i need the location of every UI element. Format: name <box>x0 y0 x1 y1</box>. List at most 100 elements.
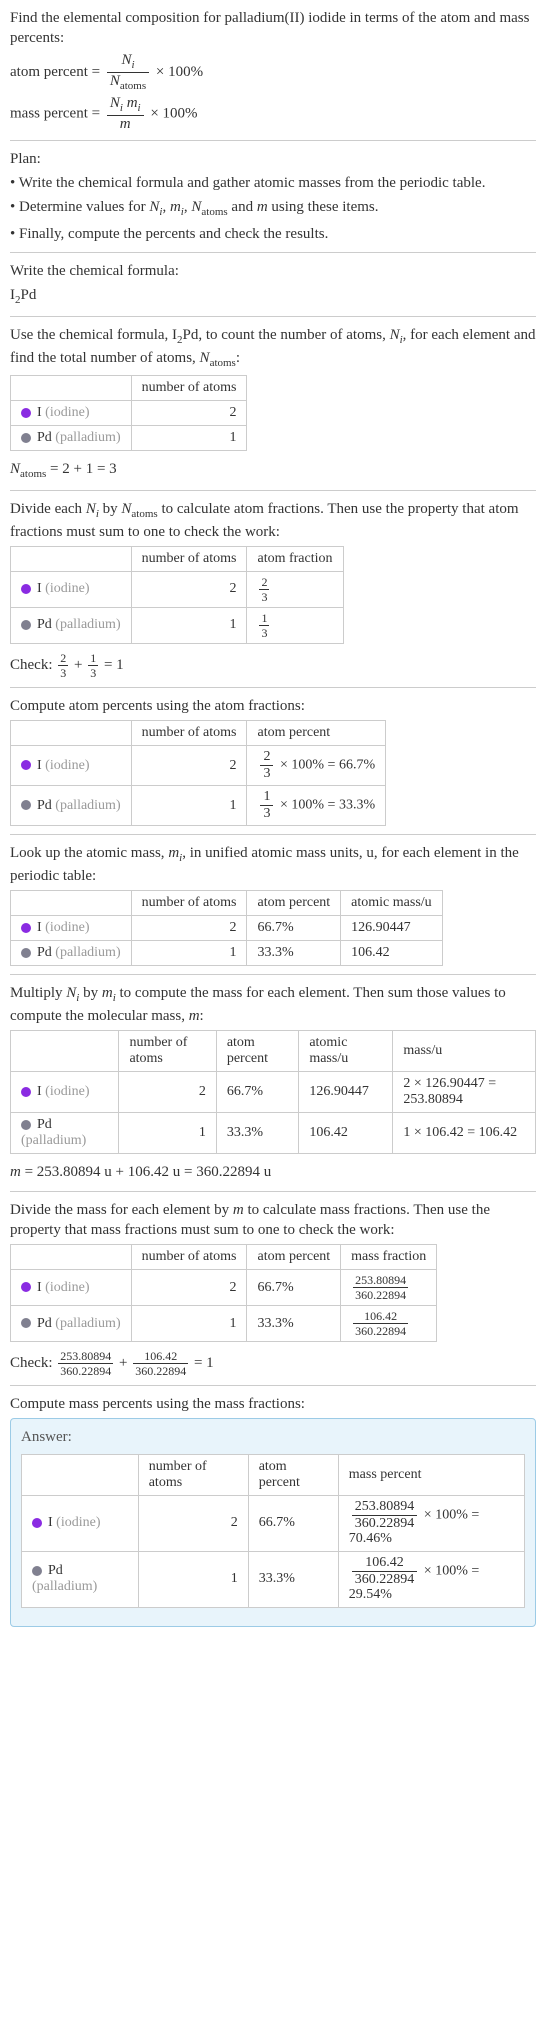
divider <box>10 974 536 975</box>
value-cell: 1 <box>131 786 247 826</box>
count-text-b: Pd, to count the number of atoms, <box>183 327 390 343</box>
frac-den: 360.22894 <box>353 1288 408 1301</box>
element-name: (palladium) <box>55 798 120 813</box>
frac-num: 253.80894 <box>353 1274 408 1288</box>
dot-icon <box>21 923 31 933</box>
element-cell: I (iodine) <box>11 1072 119 1113</box>
count-text-a: Use the chemical formula, I <box>10 327 177 343</box>
value-cell: 1 <box>131 425 247 450</box>
element-cell: Pd (palladium) <box>11 786 132 826</box>
plan-b2-a: • Determine values for <box>10 199 149 215</box>
element-symbol: I <box>37 581 45 596</box>
answer-table: number of atoms atom percent mass percen… <box>21 1454 525 1608</box>
element-symbol: Pd <box>37 1316 55 1331</box>
frac-den: 360.22894 <box>352 1572 418 1587</box>
value-cell: 253.80894360.22894 × 100% = 70.46% <box>338 1495 524 1551</box>
count-text: Use the chemical formula, I2Pd, to count… <box>10 325 536 371</box>
table-header-blank <box>11 891 132 916</box>
dot-icon <box>21 800 31 810</box>
element-name: (iodine) <box>45 920 89 935</box>
table-header-blank <box>11 1245 132 1270</box>
table-header-blank <box>22 1454 139 1495</box>
table-header-pct: atom percent <box>247 1245 341 1270</box>
element-name: (palladium) <box>21 1133 86 1148</box>
value-cell: 66.7% <box>248 1495 338 1551</box>
sum-text: = 253.80894 u + 106.42 u = 360.22894 u <box>21 1164 271 1180</box>
count-colon: : <box>236 350 240 366</box>
value-cell: 66.7% <box>216 1072 299 1113</box>
molmass-text-d: : <box>200 1008 204 1024</box>
divider <box>10 252 536 253</box>
eq-1: = 1 <box>194 1355 214 1371</box>
molmass-table: number of atoms atom percent atomic mass… <box>10 1030 536 1154</box>
frac-den: 3 <box>259 590 269 603</box>
frac-num: 1 <box>259 612 269 626</box>
element-symbol: Pd <box>48 1563 63 1578</box>
value-cell: 13 × 100% = 33.3% <box>247 786 386 826</box>
molmass-text-b: by <box>79 985 102 1001</box>
atom-percent-formula: atom percent = Ni Natoms × 100% <box>10 53 536 92</box>
table-row: Pd (palladium) 1 33.3% 106.42 1 × 106.42… <box>11 1113 536 1154</box>
answer-box: Answer: number of atoms atom percent mas… <box>10 1418 536 1626</box>
value-cell: 2 <box>131 571 247 607</box>
value-cell: 2 × 126.90447 = 253.80894 <box>393 1072 536 1113</box>
value-cell: 33.3% <box>247 1306 341 1342</box>
table-row: I (iodine) 2 66.7% 126.90447 <box>11 916 443 941</box>
natoms-sum: Natoms = 2 + 1 = 3 <box>10 459 536 482</box>
plan-bullet-2: • Determine values for Ni, mi, Natoms an… <box>10 197 536 220</box>
table-header-frac: atom fraction <box>247 546 343 571</box>
answer-label: Answer: <box>21 1427 525 1447</box>
element-name: (iodine) <box>45 405 89 420</box>
table-header-mfrac: mass fraction <box>341 1245 437 1270</box>
value-cell: 33.3% <box>216 1113 299 1154</box>
table-row: Pd (palladium) 1 <box>11 425 247 450</box>
dot-icon <box>21 1318 31 1328</box>
element-symbol: Pd <box>37 430 55 445</box>
value-cell: 1 <box>119 1113 216 1154</box>
element-cell: Pd (palladium) <box>11 1306 132 1342</box>
element-name: (palladium) <box>55 617 120 632</box>
table-row: I (iodine) 2 23 <box>11 571 344 607</box>
massfrac-text-a: Divide the mass for each element by <box>10 1202 233 1218</box>
element-symbol: Pd <box>37 1117 52 1132</box>
molmass-sum: m = 253.80894 u + 106.42 u = 360.22894 u <box>10 1162 536 1182</box>
element-cell: Pd (palladium) <box>11 1113 119 1154</box>
chemical-formula: I2Pd <box>10 285 536 308</box>
element-symbol: I <box>37 1280 45 1295</box>
element-cell: I (iodine) <box>11 746 132 786</box>
calc-text: × 100% = 33.3% <box>276 798 375 813</box>
divider <box>10 140 536 141</box>
element-name: (iodine) <box>45 758 89 773</box>
atomfrac-text: Divide each Ni by Natoms to calculate at… <box>10 499 536 542</box>
element-cell: I (iodine) <box>22 1495 139 1551</box>
value-cell: 33.3% <box>247 941 341 966</box>
value-cell: 126.90447 <box>299 1072 393 1113</box>
value-cell: 66.7% <box>247 916 341 941</box>
table-header-amass: atomic mass/u <box>299 1031 393 1072</box>
table-header-num: number of atoms <box>131 891 247 916</box>
value-cell: 1 × 106.42 = 106.42 <box>393 1113 536 1154</box>
dot-icon <box>21 760 31 770</box>
massfrac-check: Check: 253.80894360.22894 + 106.42360.22… <box>10 1350 536 1377</box>
value-cell: 1 <box>138 1551 248 1607</box>
element-cell: Pd (palladium) <box>22 1551 139 1607</box>
table-row: Pd (palladium) 1 33.3% 106.42360.22894 ×… <box>22 1551 525 1607</box>
table-header-blank <box>11 1031 119 1072</box>
table-header-num: number of atoms <box>131 375 247 400</box>
frac-num: 106.42 <box>352 1556 418 1572</box>
element-name: (palladium) <box>32 1579 97 1594</box>
table-row: I (iodine) 2 66.7% 253.80894360.22894 × … <box>22 1495 525 1551</box>
table-row: I (iodine) 2 23 × 100% = 66.7% <box>11 746 386 786</box>
dot-icon <box>32 1566 42 1576</box>
value-cell: 106.42 <box>299 1113 393 1154</box>
value-cell: 106.42 <box>341 941 443 966</box>
value-cell: 106.42360.22894 <box>341 1306 437 1342</box>
frac-den: 3 <box>259 626 269 639</box>
value-cell: 126.90447 <box>341 916 443 941</box>
element-name: (palladium) <box>55 1316 120 1331</box>
atomfrac-text-b: by <box>99 501 122 517</box>
atomfrac-text-a: Divide each <box>10 501 86 517</box>
calc-text: × 100% = 66.7% <box>276 758 375 773</box>
atomfrac-table: number of atoms atom fraction I (iodine)… <box>10 546 344 644</box>
table-header-pct: atom percent <box>247 721 386 746</box>
